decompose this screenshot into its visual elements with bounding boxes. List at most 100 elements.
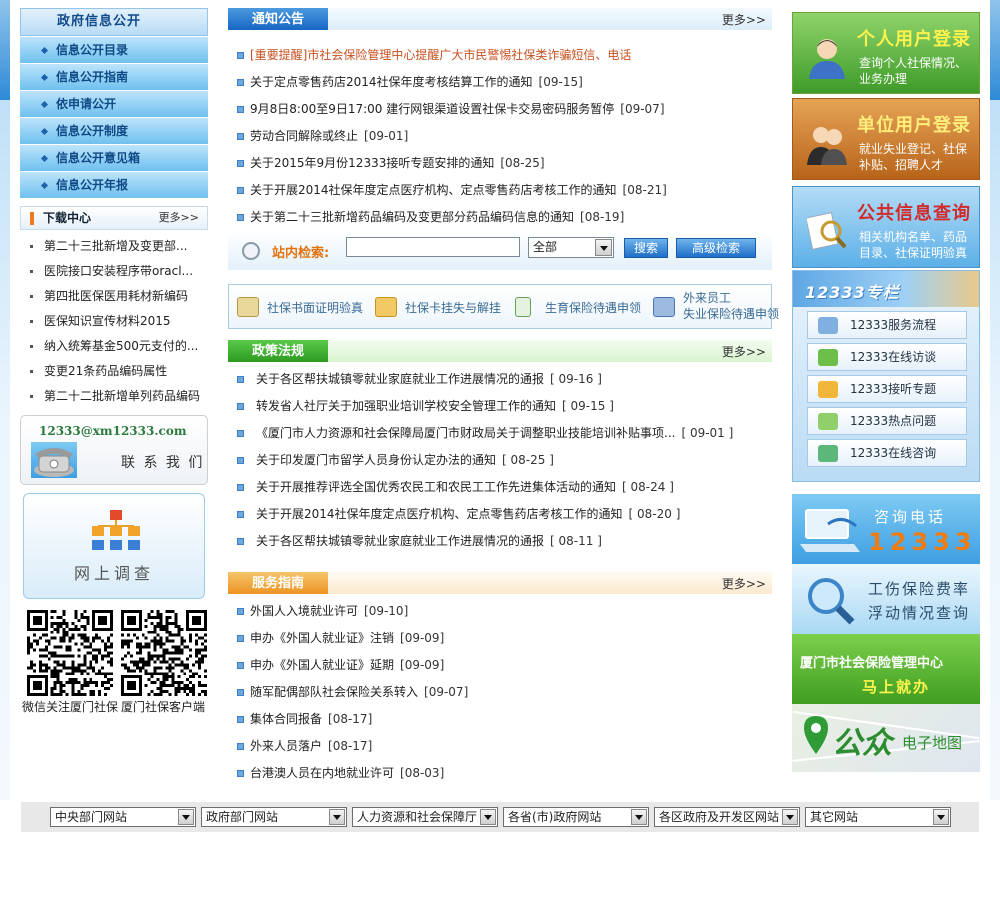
- download-item[interactable]: 医保知识宣传材料2015: [20, 309, 208, 334]
- news-item[interactable]: 转发省人社厅关于加强职业培训学校安全管理工作的通知 [ 09-15 ]: [228, 393, 772, 420]
- news-item[interactable]: 关于定点零售药店2014社保年度考核结算工作的通知 [09-15]: [228, 69, 772, 96]
- menu-item-label: 信息公开指南: [56, 70, 129, 84]
- quick-maternity[interactable]: 生育保险待遇申领: [515, 285, 649, 328]
- diamond-bullet-icon: [40, 46, 49, 55]
- download-item[interactable]: 医院接口安装程序带oracl...: [20, 259, 208, 284]
- download-item[interactable]: 变更21条药品编码属性: [20, 359, 208, 384]
- news-item[interactable]: 外国人入境就业许可 [09-10]: [228, 598, 772, 625]
- search-scope-select[interactable]: 全部: [528, 237, 614, 258]
- news-title: 申办《外国人就业证》延期: [250, 658, 395, 672]
- news-title: 关于各区帮扶城镇零就业家庭就业工作进展情况的通报: [256, 534, 545, 548]
- p12333-item[interactable]: 12333接听专题: [807, 375, 967, 403]
- quick-card-loss[interactable]: 社保卡挂失与解挂: [375, 285, 509, 328]
- news-date: [ 08-11 ]: [550, 534, 602, 548]
- p12333-item[interactable]: 12333热点问题: [807, 407, 967, 435]
- diamond-bullet-icon: [40, 73, 49, 82]
- service-icon: [818, 349, 838, 366]
- news-item[interactable]: 台港澳人员在内地就业许可 [08-03]: [228, 760, 772, 787]
- online-survey-label: 网上调查: [73, 564, 154, 583]
- news-title: 外来人员落户: [250, 739, 323, 753]
- public-info-banner[interactable]: 公共信息查询 相关机构名单、药品 目录、社保证明验真: [792, 186, 980, 268]
- related-site-select[interactable]: 各区政府及开发区网站: [654, 807, 800, 827]
- download-item[interactable]: 第四批医保医用耗材新编码: [20, 284, 208, 309]
- search-button[interactable]: 搜索: [624, 238, 668, 258]
- news-item[interactable]: 关于第二十三批新增药品编码及变更部分药品编码信息的通知 [08-19]: [228, 204, 772, 231]
- download-item[interactable]: 第二十二批新增单列药品编码: [20, 384, 208, 409]
- gov-info-menu-item[interactable]: 信息公开指南: [20, 64, 208, 90]
- unit-login-banner[interactable]: 单位用户登录 就业失业登记、社保 补贴、招聘人才: [792, 98, 980, 180]
- p12333-item[interactable]: 12333在线咨询: [807, 439, 967, 467]
- public-info-desc: 相关机构名单、药品 目录、社保证明验真: [859, 229, 967, 261]
- quick-certificate-verify[interactable]: 社保书面证明验真: [237, 285, 371, 328]
- notice-more-link[interactable]: 更多>>: [722, 8, 766, 32]
- diamond-bullet-icon: [40, 154, 49, 163]
- related-site-select[interactable]: 人力资源和社会保障厅: [352, 807, 498, 827]
- download-more-link[interactable]: 更多>>: [159, 207, 199, 229]
- news-item[interactable]: 申办《外国人就业证》注销 [09-09]: [228, 625, 772, 652]
- personal-login-banner[interactable]: 个人用户登录 查询个人社保情况、 业务办理: [792, 12, 980, 94]
- news-title: 申办《外国人就业证》注销: [250, 631, 395, 645]
- news-item[interactable]: 关于2015年9月份12333接听专题安排的通知 [08-25]: [228, 150, 772, 177]
- service-header: 服务指南 更多>>: [228, 572, 772, 594]
- hotline-label: 咨询电话: [874, 508, 947, 526]
- contact-us-banner[interactable]: 12333@xm12333.com 联 系 我 们: [20, 415, 208, 485]
- users-group-icon: [807, 127, 847, 165]
- square-bullet-icon: [237, 430, 244, 437]
- injury-rate-banner[interactable]: 工伤保险费率 浮动情况查询: [792, 564, 980, 634]
- news-item[interactable]: 关于印发厦门市留学人员身份认定办法的通知 [ 08-25 ]: [228, 447, 772, 474]
- gov-info-menu-item[interactable]: 信息公开意见箱: [20, 145, 208, 171]
- diamond-bullet-icon: [40, 100, 49, 109]
- news-item[interactable]: 关于各区帮扶城镇零就业家庭就业工作进展情况的通报 [ 08-11 ]: [228, 528, 772, 555]
- chevron-down-icon: [782, 809, 798, 825]
- site-search-bar: 站内检索: 全部 搜索 高级检索: [228, 230, 772, 270]
- search-input[interactable]: [346, 237, 520, 257]
- news-item[interactable]: 9月8日8:00至9日17:00 建行网银渠道设置社保卡交易密码服务暂停 [09-…: [228, 96, 772, 123]
- gov-info-menu-item[interactable]: 依申请公开: [20, 91, 208, 117]
- service-more-link[interactable]: 更多>>: [722, 572, 766, 596]
- news-item[interactable]: 关于开展2014社保年度定点医疗机构、定点零售药店考核工作的通知 [08-21]: [228, 177, 772, 204]
- related-site-select[interactable]: 其它网站: [805, 807, 951, 827]
- related-site-select[interactable]: 各省(市)政府网站: [503, 807, 649, 827]
- gov-info-menu-item[interactable]: 信息公开制度: [20, 118, 208, 144]
- e-map-banner[interactable]: 公众 电子地图: [792, 704, 980, 772]
- related-site-select[interactable]: 政府部门网站: [201, 807, 347, 827]
- square-bullet-icon: [237, 52, 244, 59]
- news-title: 关于开展2014社保年度定点医疗机构、定点零售药店考核工作的通知: [250, 183, 617, 197]
- news-date: [09-01]: [364, 129, 409, 143]
- news-item[interactable]: 集体合同报备 [08-17]: [228, 706, 772, 733]
- news-item[interactable]: 关于开展推荐评选全国优秀农民工和农民工工作先进集体活动的通知 [ 08-24 ]: [228, 474, 772, 501]
- injury-rate-line2: 浮动情况查询: [868, 604, 971, 622]
- notice-title: 通知公告: [228, 8, 328, 30]
- quick-label: 外来员工 失业保险待遇申领: [683, 290, 779, 322]
- news-item[interactable]: 申办《外国人就业证》延期 [09-09]: [228, 652, 772, 679]
- download-item[interactable]: 第二十三批新增及变更部...: [20, 234, 208, 259]
- news-item[interactable]: 关于各区帮扶城镇零就业家庭就业工作进展情况的通报 [ 09-16 ]: [228, 366, 772, 393]
- news-item[interactable]: [重要提醒]市社会保险管理中心提醒广大市民警惕社保类诈骗短信、电话: [228, 42, 772, 69]
- related-site-select[interactable]: 中央部门网站: [50, 807, 196, 827]
- gov-info-menu: 信息公开目录信息公开指南依申请公开 信息公开制度 信息公开意见箱 信息公开年报: [20, 37, 208, 198]
- online-survey-banner[interactable]: 网上调查: [23, 493, 205, 599]
- advanced-search-button[interactable]: 高级检索: [676, 238, 756, 258]
- quick-unemployment[interactable]: 外来员工 失业保险待遇申领: [653, 285, 779, 328]
- news-item[interactable]: 《厦门市人力资源和社会保障局厦门市财政局关于调整职业技能培训补贴事项... [ 0…: [228, 420, 772, 447]
- policy-more-link[interactable]: 更多>>: [722, 340, 766, 364]
- social-insurance-center-banner[interactable]: 厦门市社会保险管理中心 马上就办: [792, 634, 980, 704]
- news-title: 关于开展2014社保年度定点医疗机构、定点零售药店考核工作的通知: [256, 507, 623, 521]
- download-item[interactable]: 纳入统筹基金500元支付的...: [20, 334, 208, 359]
- news-item[interactable]: 外来人员落户 [08-17]: [228, 733, 772, 760]
- download-item-label: 第二十二批新增单列药品编码: [44, 389, 201, 403]
- site-search-label: 站内检索:: [272, 246, 330, 261]
- news-item[interactable]: 关于开展2014社保年度定点医疗机构、定点零售药店考核工作的通知 [ 08-20 …: [228, 501, 772, 528]
- news-date: [09-09]: [400, 631, 445, 645]
- search-icon: [242, 242, 260, 260]
- hotline-banner[interactable]: 咨询电话 12333: [792, 494, 980, 564]
- p12333-item[interactable]: 12333服务流程: [807, 311, 967, 339]
- news-item[interactable]: 劳动合同解除或终止 [09-01]: [228, 123, 772, 150]
- quick-services-bar: 社保书面证明验真 社保卡挂失与解挂 生育保险待遇申领 外来员工 失业保险待遇申领: [228, 284, 779, 329]
- gov-info-menu-item[interactable]: 信息公开年报: [20, 172, 208, 198]
- bullet-icon: [30, 370, 33, 373]
- p12333-item[interactable]: 12333在线访谈: [807, 343, 967, 371]
- gov-info-menu-item[interactable]: 信息公开目录: [20, 37, 208, 63]
- service-guide-section: 服务指南 更多>> 外国人入境就业许可 [09-10] 申办《外国人就业证》注销 [0…: [228, 572, 772, 787]
- news-item[interactable]: 随军配偶部队社会保险关系转入 [09-07]: [228, 679, 772, 706]
